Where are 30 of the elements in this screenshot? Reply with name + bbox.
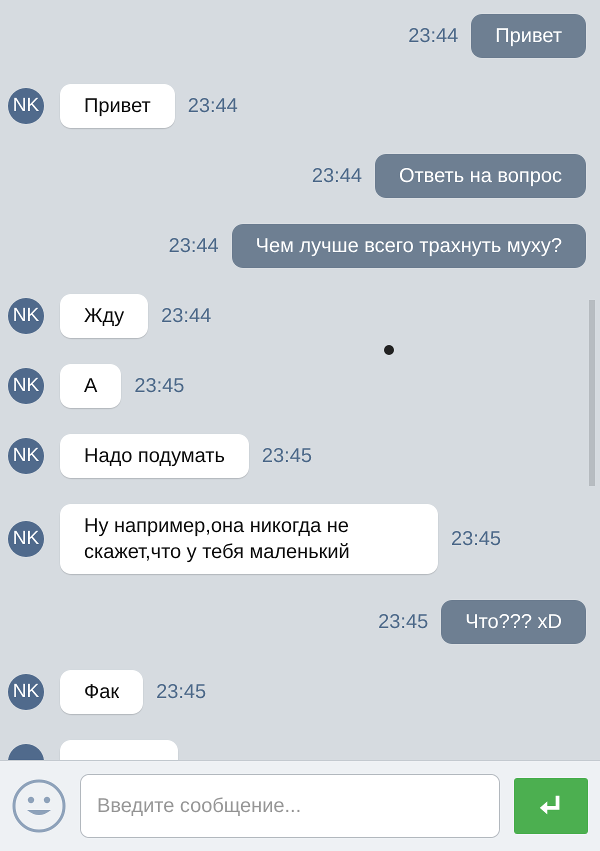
dot-mark: [384, 345, 394, 355]
smiley-icon[interactable]: [12, 779, 66, 833]
message-field[interactable]: Введите сообщение...: [80, 774, 500, 838]
message-bubble: Жду: [60, 294, 148, 338]
message-time: 23:45: [156, 680, 206, 704]
message-bubble: Привет: [60, 84, 175, 128]
message-time: 23:45: [451, 528, 502, 550]
message-time: 23:44: [408, 24, 458, 48]
message-bubble: Чем лучше всего трахнуть муху?: [232, 224, 586, 268]
send-button[interactable]: [514, 778, 588, 834]
message-bubble: Ответь на вопрос: [374, 154, 586, 198]
message-time: 23:45: [134, 374, 184, 398]
avatar[interactable]: NK: [8, 521, 44, 557]
message-time: 23:44: [188, 94, 238, 118]
message-bubble: Привет: [471, 14, 586, 58]
message-bubble: Надо подумать: [60, 434, 249, 478]
message-time: 23:44: [312, 164, 362, 188]
avatar[interactable]: NK: [8, 298, 44, 334]
message-bubble: Что??? xD: [441, 600, 586, 644]
avatar[interactable]: NK: [8, 438, 44, 474]
message-time: 23:45: [378, 610, 428, 634]
avatar[interactable]: NK: [8, 674, 44, 710]
message-time: 23:44: [161, 304, 212, 328]
avatar[interactable]: NK: [8, 368, 44, 404]
message-time: 23:44: [168, 234, 219, 258]
message-bubble: Ну например,она никогда не скажет,что у тебя маленький: [60, 504, 438, 574]
avatar[interactable]: NK: [8, 88, 44, 124]
message-bubble: А: [60, 364, 122, 408]
message-time: 23:45: [262, 444, 312, 468]
message-bubble: Фак: [60, 670, 144, 714]
